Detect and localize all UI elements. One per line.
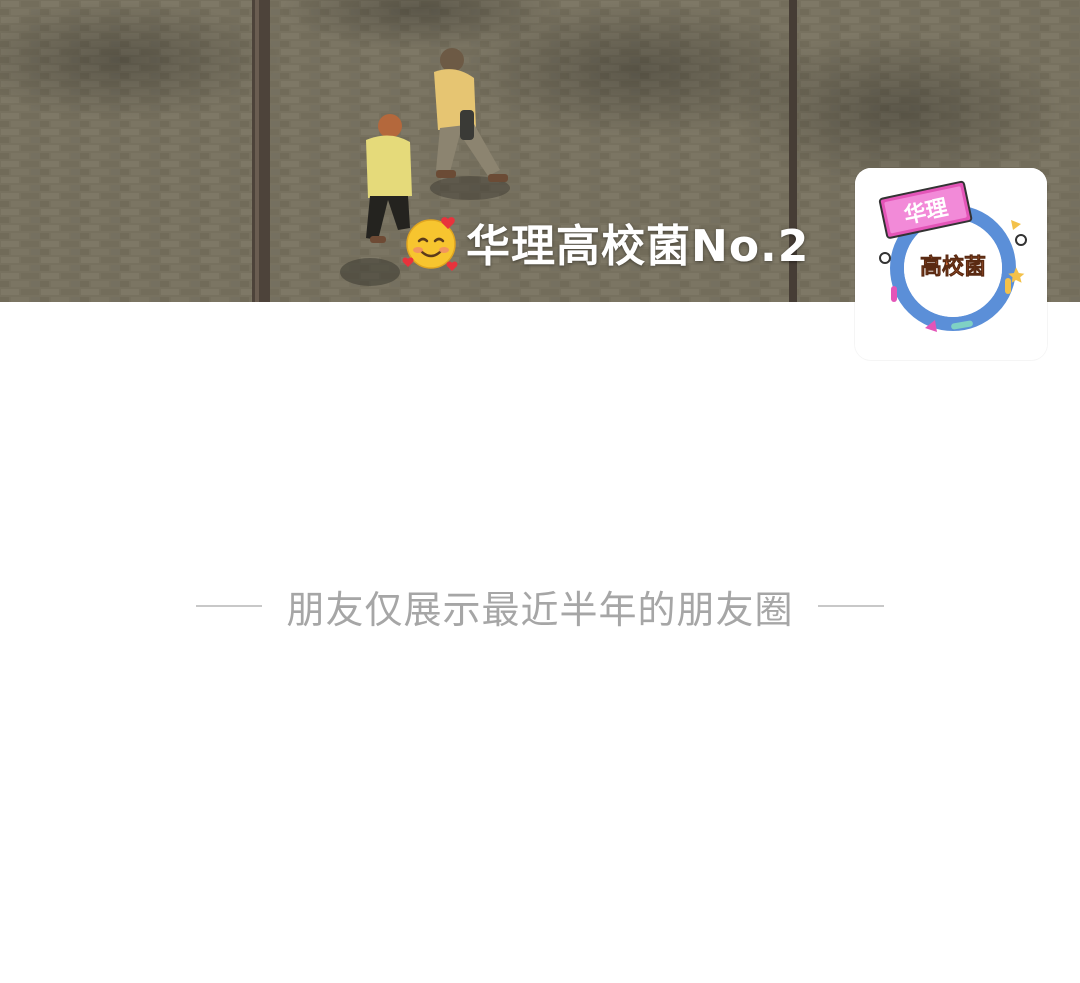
moments-page: 华理高校菌No.2 华理 高校菌 朋友仅展示最近半年的朋友圈 — [0, 0, 1080, 983]
divider-right — [817, 605, 884, 607]
moments-visibility-notice: 朋友仅展示最近半年的朋友圈 — [0, 578, 1080, 634]
avatar[interactable]: 华理 高校菌 — [855, 168, 1047, 360]
divider-left — [196, 605, 263, 607]
avatar-badge-center-text: 高校菌 — [920, 254, 986, 280]
nickname[interactable]: 华理高校菌No.2 — [402, 212, 809, 272]
notice-text: 朋友仅展示最近半年的朋友圈 — [286, 587, 794, 632]
nickname-text: 华理高校菌No.2 — [466, 221, 810, 272]
avatar-image: 华理 高校菌 — [855, 168, 1047, 360]
smiling-face-with-hearts-icon — [402, 217, 458, 271]
